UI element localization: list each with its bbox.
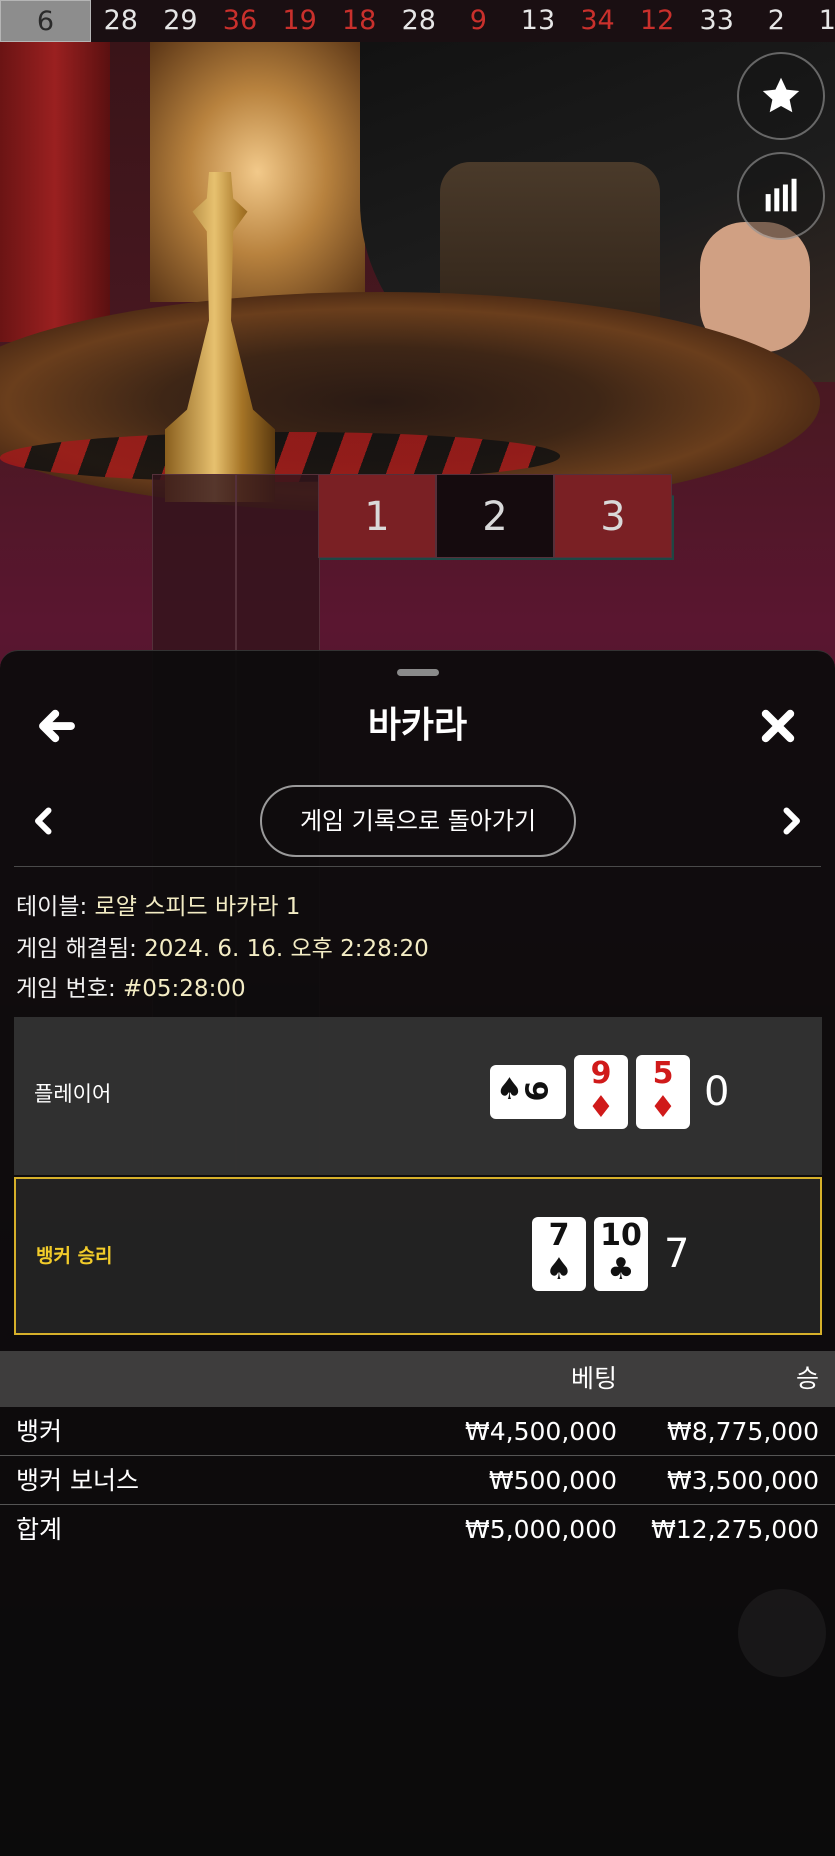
info-label: 게임 해결됨: (16, 936, 145, 962)
result-number: 28 (103, 5, 138, 36)
playing-card: 7 ♠ (532, 1217, 586, 1291)
total-bet: ₩5,000,000 (465, 1515, 617, 1544)
resolved-time: 2024. 6. 16. 오후 2:28:20 (144, 936, 429, 962)
playing-card: 5 ♦ (636, 1055, 690, 1129)
total-win: ₩12,275,000 (651, 1515, 819, 1544)
chevron-left-icon (35, 807, 52, 835)
favorite-button[interactable] (737, 52, 825, 140)
card-rank: 7 (548, 1218, 570, 1253)
info-label: 게임 번호: (16, 976, 124, 1002)
banker-hand-row: 뱅커 승리 7 ♠ 10 ♣ 7 (14, 1177, 822, 1335)
back-to-history-button[interactable]: 게임 기록으로 돌아가기 (260, 785, 576, 857)
player-cards: 9 ♠ 9 ♦ 5 ♦ (490, 1055, 690, 1129)
info-label: 테이블: (16, 894, 95, 920)
game-number: #05:28:00 (123, 976, 246, 1002)
banker-score: 7 (664, 1231, 690, 1277)
result-number: 28 (401, 5, 436, 36)
drag-handle[interactable] (397, 669, 439, 676)
playing-card: 9 ♠ (490, 1065, 566, 1119)
result-number: 12 (639, 5, 675, 36)
result-number: 13 (520, 5, 556, 36)
column-header-win: 승 (795, 1364, 819, 1393)
previous-game-button[interactable] (26, 803, 62, 839)
menu-button-behind (738, 1589, 826, 1677)
table-row: 뱅커 ₩4,500,000 ₩8,775,000 (0, 1407, 835, 1456)
bet-spot-1[interactable]: 1 (318, 474, 436, 558)
close-button[interactable] (757, 705, 799, 747)
result-number: 2 (767, 5, 785, 36)
bet-spot-3[interactable]: 3 (554, 474, 672, 558)
result-number: 33 (699, 5, 734, 36)
chevron-right-icon (783, 807, 800, 835)
result-number: 19 (282, 5, 317, 36)
card-rank: 9 (590, 1056, 612, 1091)
bet-type: 뱅커 보너스 (16, 1466, 139, 1495)
card-rank: 10 (600, 1218, 642, 1253)
history-navigation: 게임 기록으로 돌아가기 (0, 785, 835, 857)
column-header-bet: 베팅 (570, 1364, 617, 1393)
playing-card: 9 ♦ (574, 1055, 628, 1129)
table-row-total: 합계 ₩5,000,000 ₩12,275,000 (0, 1505, 835, 1554)
star-icon (762, 77, 800, 113)
total-label: 합계 (16, 1515, 63, 1544)
bar-chart-icon (765, 178, 797, 212)
win-amount: ₩8,775,000 (667, 1417, 819, 1446)
panel-title: 바카라 (367, 705, 468, 746)
bet-amount: ₩4,500,000 (465, 1417, 617, 1446)
recent-results-strip: 6 28 29 36 19 18 28 9 13 34 12 33 2 17 (0, 0, 835, 42)
result-number: 36 (222, 5, 258, 36)
statistics-button[interactable] (737, 152, 825, 240)
bet-type: 뱅커 (16, 1417, 63, 1446)
table-header: 베팅 승 (0, 1351, 835, 1407)
game-history-panel: 바카라 게임 기록으로 돌아가기 테이블: 로얄 스피드 바카라 1 게임 해결… (0, 650, 835, 1856)
result-number: 17 (818, 5, 835, 36)
next-game-button[interactable] (773, 803, 809, 839)
latest-result: 6 (0, 0, 91, 42)
divider (14, 866, 821, 867)
result-number: 18 (341, 5, 377, 36)
resolved-info: 게임 해결됨: 2024. 6. 16. 오후 2:28:20 (16, 929, 429, 963)
player-label: 플레이어 (34, 1082, 112, 1106)
card-suit-icon: ♠ (496, 1072, 523, 1107)
card-suit-icon: ♠ (545, 1252, 573, 1287)
player-score: 0 (704, 1069, 730, 1115)
card-rank: 5 (652, 1056, 674, 1091)
panel-header: 바카라 (0, 691, 835, 761)
bet-summary-table: 베팅 승 뱅커 ₩4,500,000 ₩8,775,000 뱅커 보너스 ₩50… (0, 1351, 835, 1554)
table-info: 테이블: 로얄 스피드 바카라 1 (16, 887, 300, 921)
player-hand-row: 플레이어 9 ♠ 9 ♦ 5 ♦ 0 (14, 1017, 822, 1175)
playing-card: 10 ♣ (594, 1217, 648, 1291)
table-row: 뱅커 보너스 ₩500,000 ₩3,500,000 (0, 1456, 835, 1505)
card-suit-icon: ♦ (587, 1090, 615, 1125)
result-number: 34 (580, 5, 615, 36)
table-name: 로얄 스피드 바카라 1 (94, 894, 301, 920)
win-amount: ₩3,500,000 (667, 1466, 819, 1495)
banker-winner-label: 뱅커 승리 (36, 1245, 113, 1267)
result-number: 29 (163, 5, 198, 36)
card-suit-icon: ♣ (607, 1252, 635, 1287)
card-suit-icon: ♦ (649, 1090, 677, 1125)
result-number: 9 (469, 5, 487, 36)
banker-cards: 7 ♠ 10 ♣ (532, 1217, 648, 1291)
close-icon (761, 709, 795, 743)
game-number-info: 게임 번호: #05:28:00 (16, 969, 246, 1003)
bet-amount: ₩500,000 (488, 1466, 617, 1495)
bet-spot-2[interactable]: 2 (436, 474, 554, 558)
